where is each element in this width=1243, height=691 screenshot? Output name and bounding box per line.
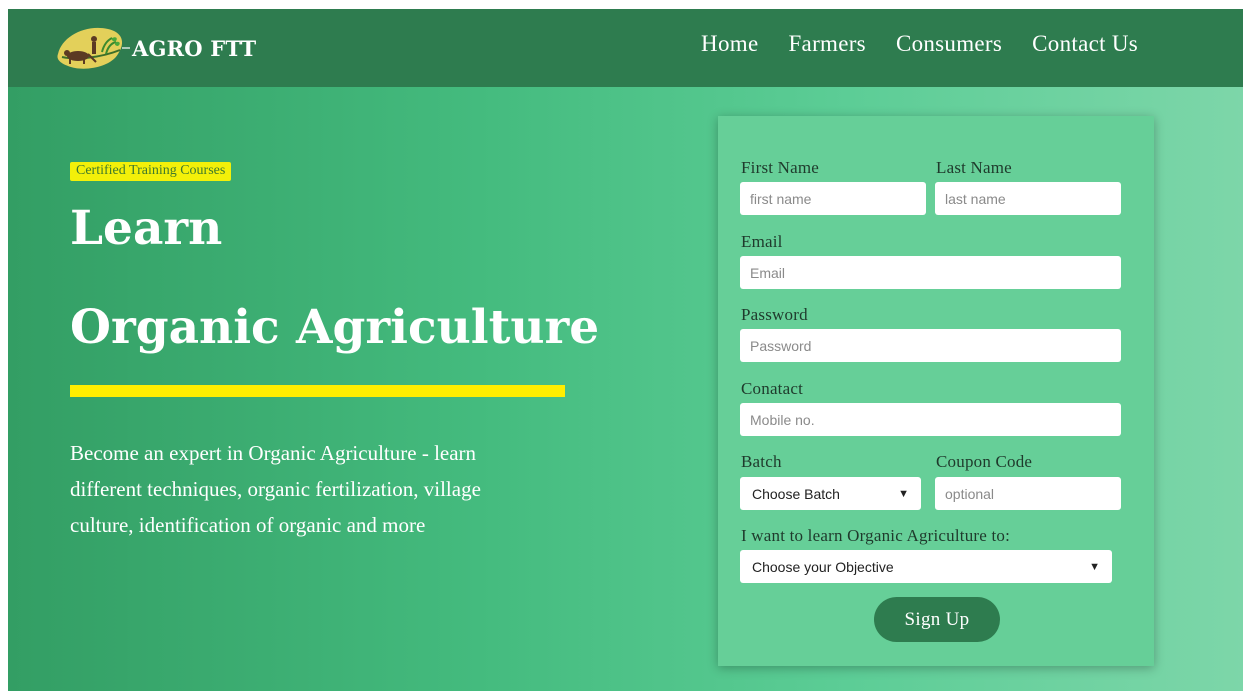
objective-select[interactable]: Choose your Objective ▼ <box>740 550 1112 583</box>
email-input[interactable] <box>740 256 1121 289</box>
batch-selected-value: Choose Batch <box>752 485 840 502</box>
password-label: Password <box>741 305 808 324</box>
farm-logo-icon <box>57 27 130 69</box>
nav-consumers-link[interactable]: Consumers <box>896 31 1002 57</box>
first-name-label: First Name <box>741 158 820 177</box>
nav-links: Home Farmers Consumers Contact Us <box>701 31 1138 57</box>
chevron-down-icon: ▼ <box>1089 560 1100 573</box>
email-label: Email <box>741 232 783 251</box>
objective-label: I want to learn Organic Agriculture to: <box>741 526 1011 545</box>
batch-select[interactable]: Choose Batch ▼ <box>740 477 921 510</box>
objective-selected-value: Choose your Objective <box>752 558 894 575</box>
certified-badge: Certified Training Courses <box>70 162 232 181</box>
coupon-input[interactable] <box>935 477 1121 510</box>
nav-home-link[interactable]: Home <box>701 31 758 57</box>
last-name-input[interactable] <box>935 182 1121 215</box>
hero-section: Certified Training Courses Learn Organic… <box>70 161 630 537</box>
password-input[interactable] <box>740 329 1121 362</box>
navbar: AGRO FTT Home Farmers Consumers Contact … <box>8 9 1243 87</box>
signup-form: First Name Last Name Email Password Cona… <box>718 116 1154 666</box>
batch-label: Batch <box>741 452 782 471</box>
mobile-input[interactable] <box>740 403 1121 436</box>
nav-contact-link[interactable]: Contact Us <box>1032 31 1138 57</box>
title-underline <box>70 385 565 397</box>
hero-title-line2: Organic Agriculture <box>70 300 600 355</box>
hero-description: Become an expert in Organic Agriculture … <box>70 441 481 537</box>
contact-label: Conatact <box>741 379 804 398</box>
nav-farmers-link[interactable]: Farmers <box>788 31 865 57</box>
coupon-label: Coupon Code <box>936 452 1033 471</box>
first-name-input[interactable] <box>740 182 926 215</box>
brand[interactable]: AGRO FTT <box>52 23 256 73</box>
hero-title-line1: Learn <box>70 201 223 256</box>
brand-name: AGRO FTT <box>132 35 257 61</box>
page-frame: AGRO FTT Home Farmers Consumers Contact … <box>8 9 1243 691</box>
chevron-down-icon: ▼ <box>898 487 909 500</box>
last-name-label: Last Name <box>936 158 1012 177</box>
sign-up-button[interactable]: Sign Up <box>874 597 1000 642</box>
